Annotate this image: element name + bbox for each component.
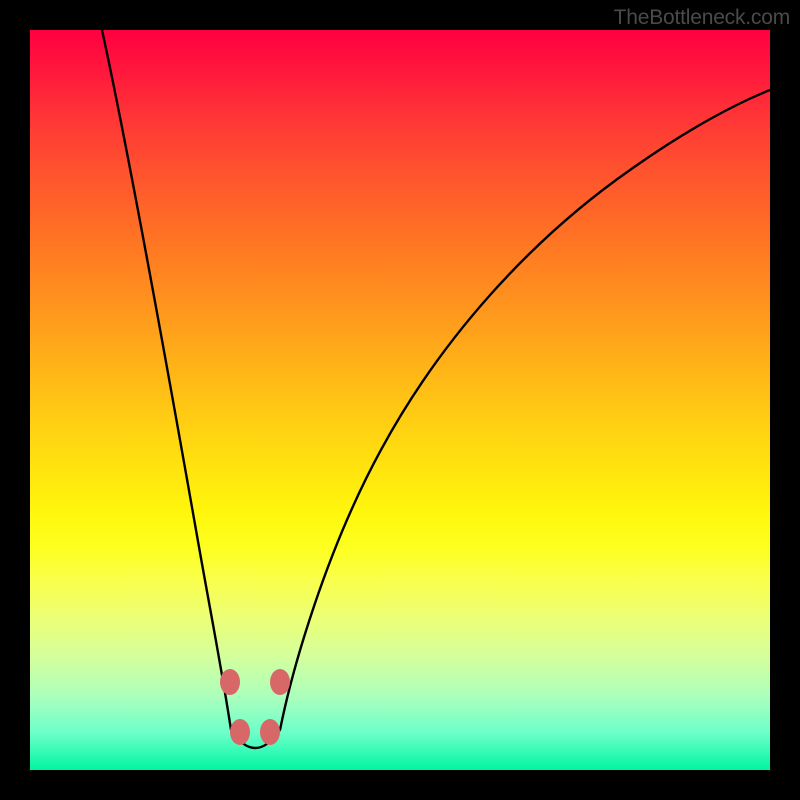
plot-area — [30, 30, 770, 770]
curve-right-branch — [280, 90, 770, 730]
bead-lower-right — [260, 719, 280, 745]
watermark-text: TheBottleneck.com — [614, 6, 790, 30]
bead-upper-left — [220, 669, 240, 695]
bottleneck-curve — [30, 30, 770, 770]
curve-left-branch — [102, 30, 231, 730]
bead-lower-left — [230, 719, 250, 745]
bead-upper-right — [270, 669, 290, 695]
